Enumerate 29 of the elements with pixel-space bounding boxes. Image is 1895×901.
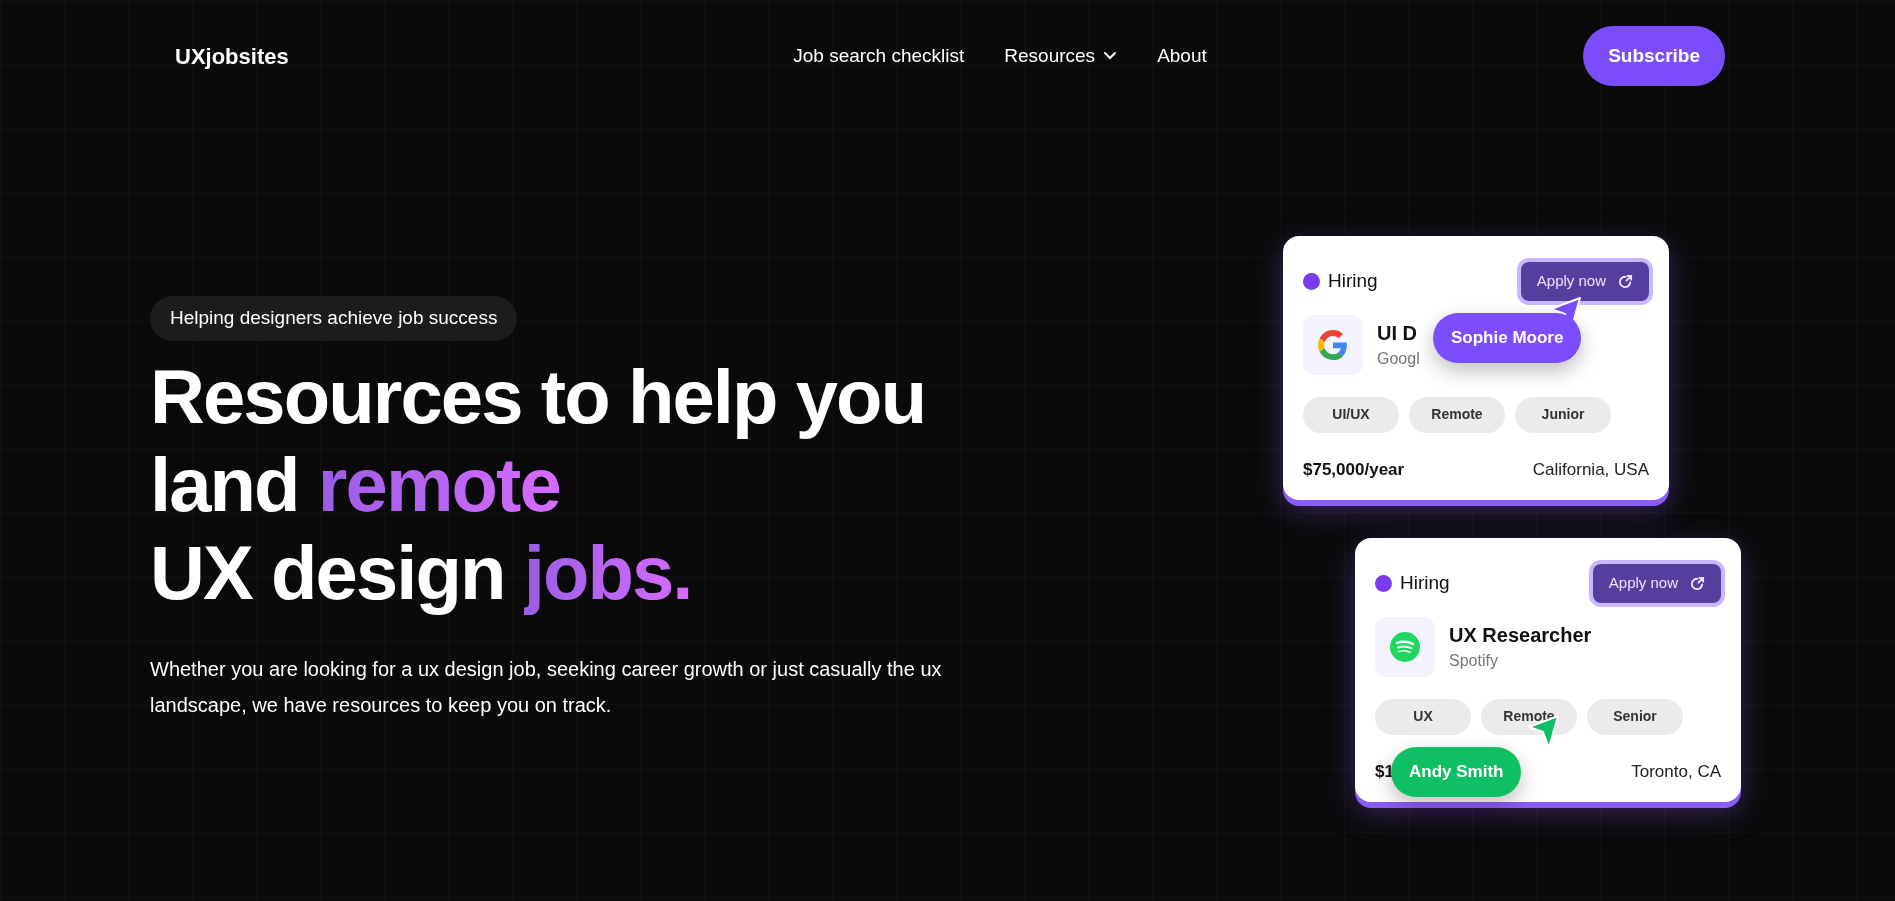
subscribe-button[interactable]: Subscribe — [1583, 26, 1725, 86]
tag-chip: Remote — [1409, 396, 1505, 433]
status-label: Hiring — [1400, 571, 1450, 595]
site-logo[interactable]: UXjobsites — [175, 39, 475, 73]
external-link-icon — [1690, 575, 1705, 591]
g-logo-icon — [1318, 329, 1348, 360]
user-name-tag: Andy Smith — [1391, 747, 1522, 797]
nav-link[interactable]: About — [1157, 41, 1207, 71]
tag-chip: Junior — [1515, 396, 1611, 433]
company-name: Spotify — [1449, 650, 1499, 671]
salary: $1 — [1375, 760, 1394, 783]
spotify-logo-icon — [1390, 631, 1420, 662]
tagline-badge: Helping designers achieve job success — [150, 296, 518, 341]
tag-chip: UX — [1375, 698, 1471, 735]
nav-link[interactable]: Job search checklist — [793, 41, 965, 71]
job-title: UI D — [1377, 320, 1418, 346]
hero-heading: Resources to help you land remote UX design jobs. — [150, 352, 926, 617]
tag-chip: UI/UX — [1303, 396, 1399, 433]
location: California, USA — [1532, 458, 1649, 481]
nav-link[interactable]: Resources — [1004, 41, 1118, 71]
location: Toronto, CA — [1631, 760, 1721, 783]
hero-description: Whether you are looking for a ux design job, seeking career growth or just casually the ux landscape, we have resources to keep you on track. — [150, 656, 943, 718]
company-name: Googl — [1377, 348, 1420, 369]
status-label: Hiring — [1328, 269, 1378, 293]
chevron-down-icon — [1103, 51, 1118, 61]
job-title: UX Researcher — [1449, 622, 1592, 648]
salary: $75,000/year — [1303, 458, 1405, 481]
tag-chip: Senior — [1587, 698, 1683, 735]
external-link-icon — [1618, 273, 1633, 289]
